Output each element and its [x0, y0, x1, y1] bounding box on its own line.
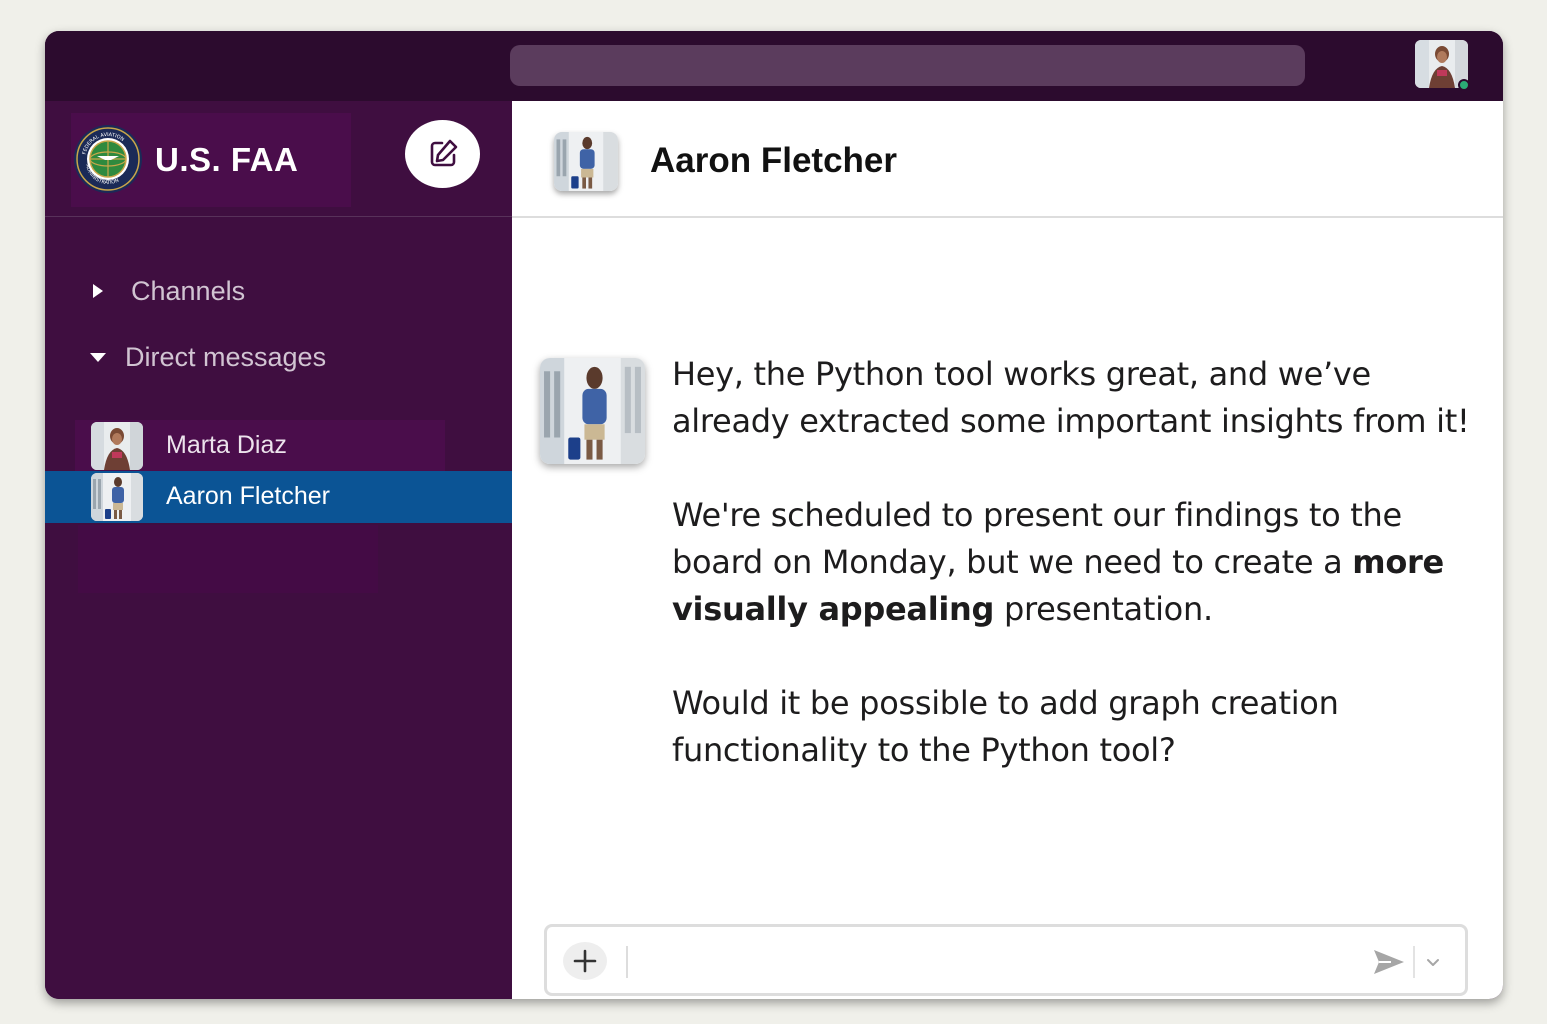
attach-button[interactable]: [563, 942, 607, 980]
channels-label: Channels: [131, 275, 246, 306]
direct-messages-section[interactable]: Direct messages: [45, 339, 512, 375]
composer-divider: [626, 946, 628, 978]
chevron-down-icon: [1427, 959, 1439, 966]
dm-name: Marta Diaz: [166, 431, 287, 459]
send-divider: [1413, 946, 1415, 978]
plus-icon: [573, 949, 597, 973]
message-body: Hey, the Python tool works great, and we…: [672, 351, 1472, 774]
dm-name: Aaron Fletcher: [166, 482, 330, 510]
chat-header: Aaron Fletcher: [512, 101, 1503, 218]
search-bar[interactable]: [510, 45, 1305, 86]
direct-messages-label: Direct messages: [125, 341, 327, 372]
top-bar: [45, 31, 1503, 101]
app-window: FEDERAL AVIATION ADMINISTRATION U.S. FAA…: [45, 31, 1503, 999]
channels-section[interactable]: Channels: [45, 273, 512, 309]
message-text: presentation.: [994, 590, 1213, 628]
caret-right-icon: [89, 276, 119, 306]
avatar: [91, 422, 143, 470]
new-message-button[interactable]: [405, 120, 480, 188]
message-paragraph: Would it be possible to add graph creati…: [672, 684, 1339, 769]
message-text: We're scheduled to present our findings …: [672, 496, 1402, 581]
sidebar: FEDERAL AVIATION ADMINISTRATION U.S. FAA…: [45, 101, 512, 999]
online-status-dot: [1458, 79, 1470, 91]
send-icon: [1374, 950, 1404, 974]
avatar[interactable]: [554, 132, 618, 191]
dm-item-marta-diaz[interactable]: Marta Diaz: [45, 420, 512, 472]
conversation-title[interactable]: Aaron Fletcher: [650, 141, 897, 181]
faa-seal-icon: FEDERAL AVIATION ADMINISTRATION: [74, 125, 142, 193]
workspace-header: FEDERAL AVIATION ADMINISTRATION U.S. FAA: [45, 101, 512, 217]
sidebar-hover-area: [78, 525, 378, 593]
send-options-button[interactable]: [1423, 952, 1443, 972]
chat-panel: Aaron Fletcher Hey, the Python tool work…: [512, 101, 1503, 999]
workspace-name[interactable]: U.S. FAA: [155, 141, 298, 179]
message-paragraph: Hey, the Python tool works great, and we…: [672, 355, 1470, 440]
compose-icon: [430, 139, 457, 167]
message-composer: [544, 924, 1468, 996]
caret-down-icon: [87, 342, 117, 372]
send-button[interactable]: [1371, 946, 1407, 978]
message-input[interactable]: [637, 941, 1357, 981]
dm-item-aaron-fletcher[interactable]: Aaron Fletcher: [45, 471, 512, 523]
avatar: [91, 473, 143, 521]
message-author-avatar[interactable]: [540, 358, 645, 464]
message-paragraph: We're scheduled to present our findings …: [672, 492, 1472, 633]
